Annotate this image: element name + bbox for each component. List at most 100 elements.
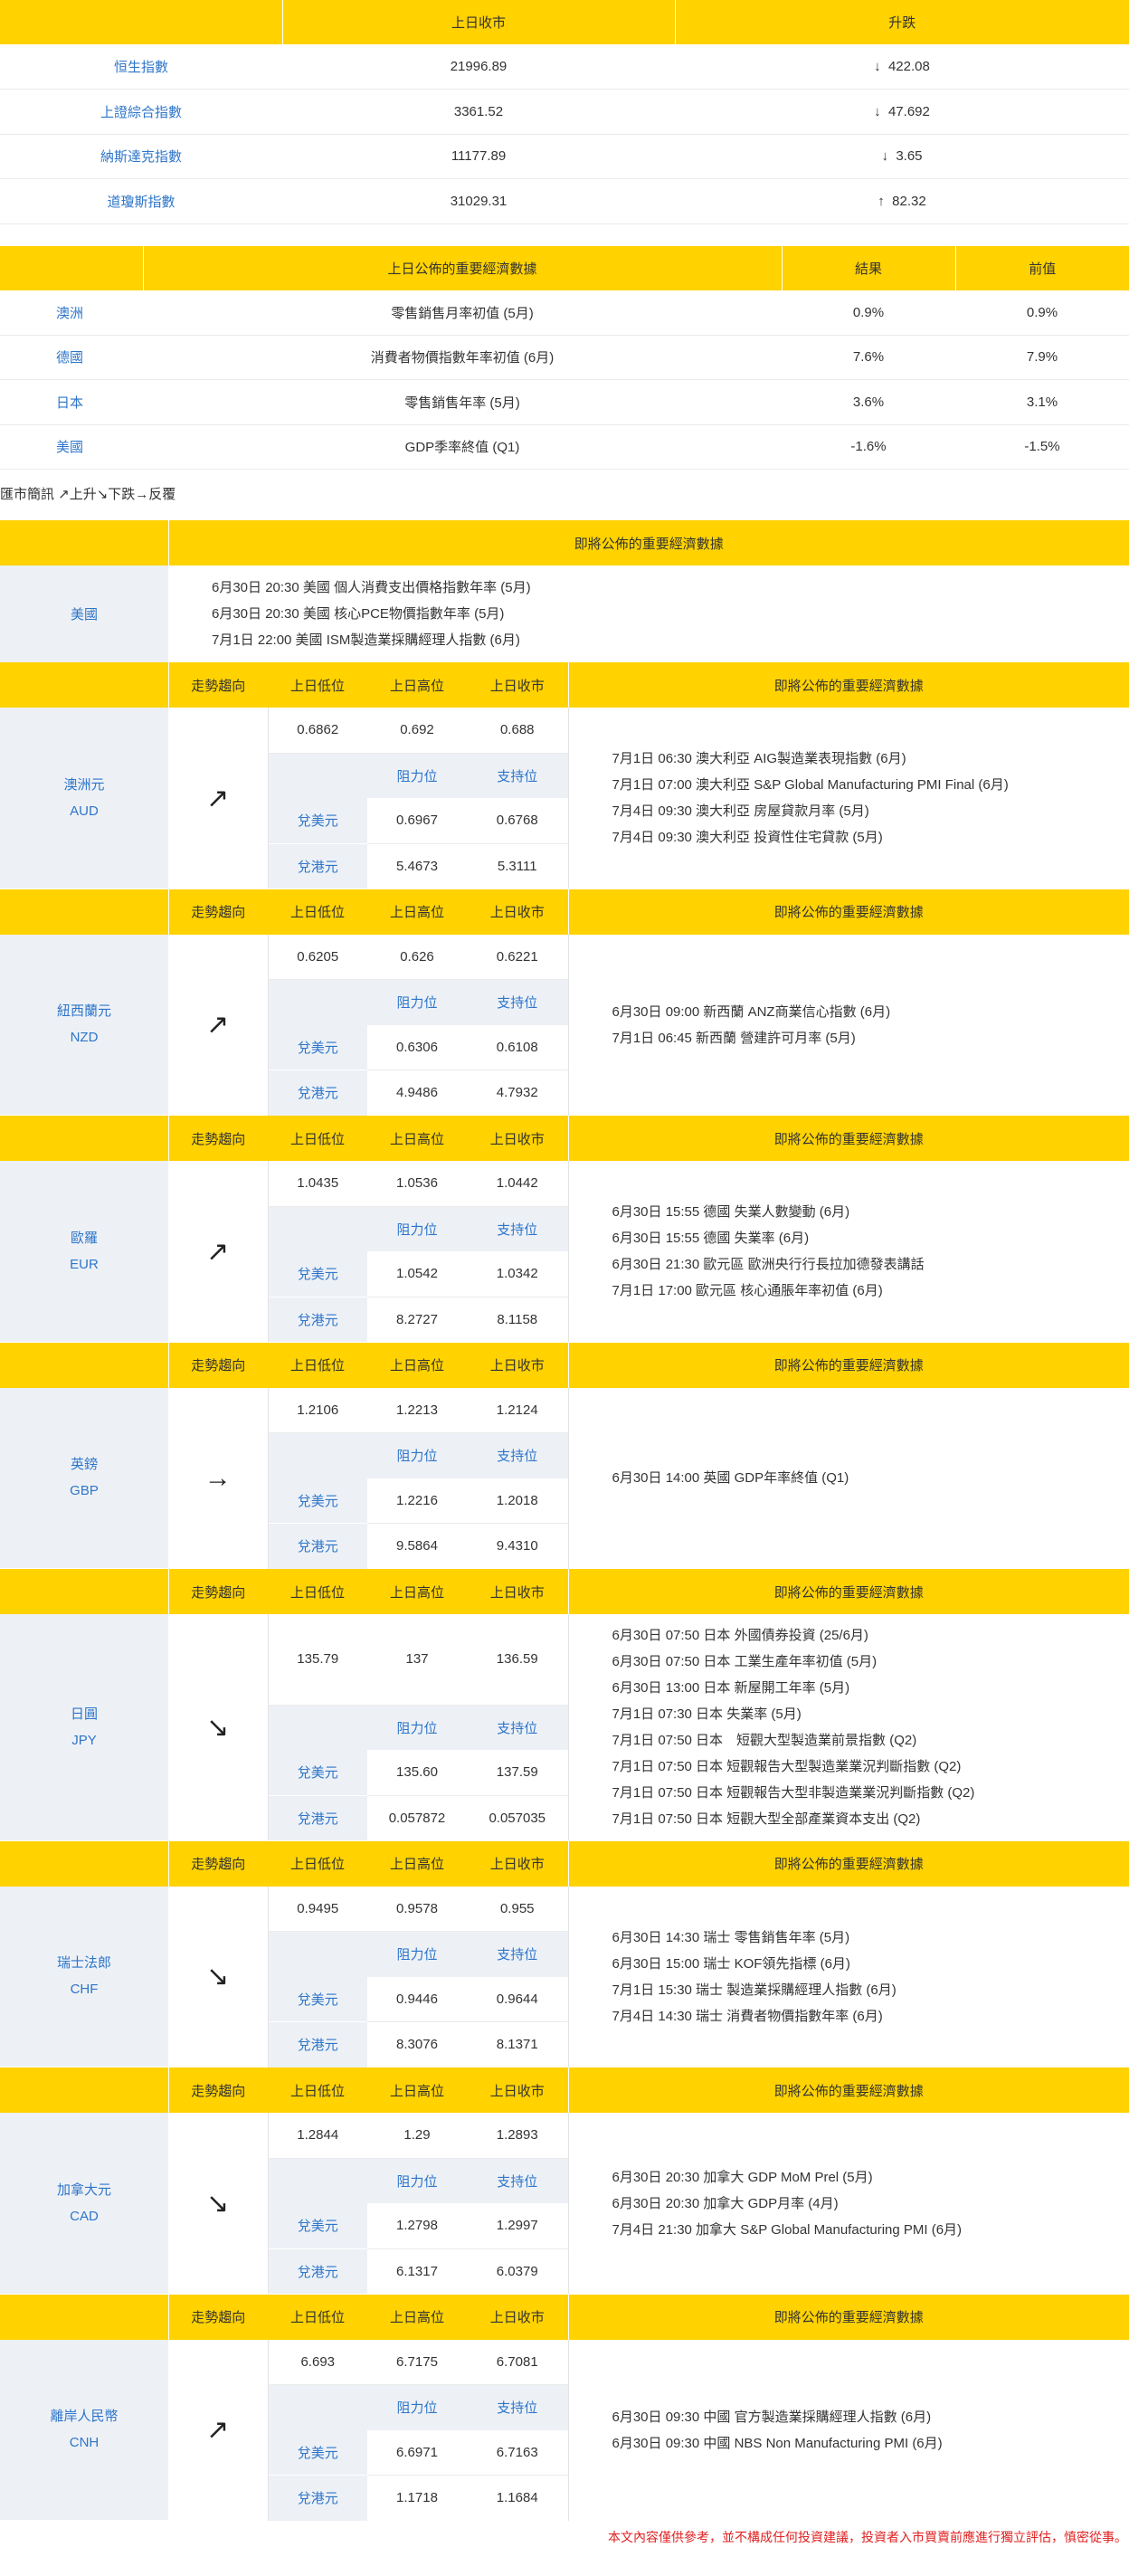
fx-header-trend: 走勢趨向 <box>167 889 268 935</box>
econ-result: 0.9% <box>782 290 955 336</box>
index-name[interactable]: 恒生指數 <box>0 44 282 90</box>
fx-header-events: 即將公佈的重要經濟數據 <box>567 1569 1129 1614</box>
prev-close: 0.955 <box>467 1886 569 1932</box>
index-name[interactable]: 上證綜合指數 <box>0 89 282 135</box>
usd-support: 0.6108 <box>467 1024 569 1070</box>
currency-name: 瑞士法郎 <box>56 1955 111 1972</box>
prev-high: 6.7175 <box>367 2339 467 2385</box>
hkd-support: 0.057035 <box>467 1795 569 1840</box>
change-arrow-icon: ↓ <box>874 59 881 74</box>
currency-block-nzd: 走勢趨向 上日低位 上日高位 上日收市 即將公佈的重要經濟數據 紐西蘭元 NZD ↗ 0.620… <box>0 889 1129 1116</box>
fx-header-high: 上日高位 <box>367 1840 467 1887</box>
change-arrow-icon: ↓ <box>881 148 888 165</box>
currency-name: 澳洲元 <box>63 776 105 793</box>
fx-header-events: 即將公佈的重要經濟數據 <box>567 1116 1129 1161</box>
econ-row: 日本 零售銷售年率 (5月) 3.6% 3.1% <box>0 379 1129 425</box>
fx-header-events: 即將公佈的重要經濟數據 <box>567 889 1129 935</box>
econ-row: 美國 GDP季率終值 (Q1) -1.6% -1.5% <box>0 424 1129 470</box>
fx-header-high: 上日高位 <box>367 889 467 935</box>
fx-header-high: 上日高位 <box>367 662 467 708</box>
fx-event: 7月1日 07:50 日本 短觀大型製造業前景指數 (Q2) <box>612 1733 917 1748</box>
currency-name-cell[interactable]: 澳洲元 AUD <box>0 708 168 889</box>
fx-header-low: 上日低位 <box>268 889 367 935</box>
fx-event: 7月1日 07:50 日本 短觀報告大型製造業業況判斷指數 (Q2) <box>612 1759 962 1774</box>
econ-country[interactable]: 美國 <box>0 424 143 470</box>
fx-events: 6月30日 09:00 新西蘭 ANZ商業信心指數 (6月) 7月1日 06:45… <box>568 935 1129 1116</box>
fx-header-high: 上日高位 <box>367 2067 467 2113</box>
resistance-label: 阻力位 <box>367 2158 467 2203</box>
trend-arrow-icon: ↘ <box>168 1614 269 1840</box>
trend-arrow-icon: ↘ <box>168 1886 269 2067</box>
currency-name: 英鎊 <box>70 1457 98 1473</box>
prev-low: 0.9495 <box>268 1886 367 1932</box>
vs-usd-label: 兌美元 <box>268 2429 367 2476</box>
fx-header: 走勢趨向 上日低位 上日高位 上日收市 即將公佈的重要經濟數據 <box>0 889 1129 935</box>
econ-previous: -1.5% <box>955 424 1129 470</box>
fx-header-close: 上日收市 <box>467 2294 568 2340</box>
fx-header-events: 即將公佈的重要經濟數據 <box>567 1840 1129 1887</box>
usd-support: 137.59 <box>467 1750 569 1796</box>
fx-event: 6月30日 13:00 日本 新屋開工年率 (5月) <box>612 1680 850 1696</box>
us-event: 6月30日 20:30 美國 個人消費支出價格指數年率 (5月) <box>212 580 531 595</box>
fx-header-close: 上日收市 <box>467 1569 568 1614</box>
fx-header: 走勢趨向 上日低位 上日高位 上日收市 即將公佈的重要經濟數據 <box>0 2294 1129 2340</box>
fx-events: 6月30日 15:55 德國 失業人數變動 (6月) 6月30日 15:55 德國… <box>568 1161 1129 1342</box>
fx-event: 7月4日 14:30 瑞士 消費者物價指數年率 (6月) <box>612 2008 883 2024</box>
index-change-cell: ↓ 422.08 <box>675 44 1129 90</box>
fx-event: 6月30日 07:50 日本 外國債券投資 (25/6月) <box>612 1628 868 1643</box>
fx-header-low: 上日低位 <box>268 2294 367 2340</box>
fx-header-low: 上日低位 <box>268 2067 367 2113</box>
index-name[interactable]: 道瓊斯指數 <box>0 178 282 224</box>
currency-name-cell[interactable]: 瑞士法郎 CHF <box>0 1886 168 2067</box>
fx-header-blank <box>0 662 168 708</box>
currency-block-jpy: 走勢趨向 上日低位 上日高位 上日收市 即將公佈的重要經濟數據 日圓 JPY ↘ 135.79 1… <box>0 1569 1129 1841</box>
fx-events: 6月30日 09:30 中國 官方製造業採購經理人指數 (6月) 6月30日 09… <box>568 2340 1129 2521</box>
fx-row-range: 紐西蘭元 NZD ↗ 0.6205 0.626 0.6221 6月30日 09:00 新西蘭… <box>0 934 1129 1116</box>
fx-header-blank <box>0 1116 168 1161</box>
fx-header-close: 上日收市 <box>467 1342 568 1388</box>
currency-name-cell[interactable]: 紐西蘭元 NZD <box>0 934 168 1116</box>
econ-country[interactable]: 日本 <box>0 379 143 425</box>
trend-arrow-icon: ↗ <box>168 934 269 1116</box>
usd-resistance: 0.9446 <box>367 1976 467 2022</box>
vs-usd-label: 兌美元 <box>268 1478 367 1524</box>
econ-country[interactable]: 澳洲 <box>0 290 143 336</box>
us-header-blank <box>0 520 168 566</box>
currency-name-cell[interactable]: 英鎊 GBP <box>0 1387 168 1569</box>
fx-event: 6月30日 15:55 德國 失業率 (6月) <box>612 1231 810 1246</box>
vs-usd-label: 兌美元 <box>268 798 367 844</box>
fx-events: 6月30日 14:30 瑞士 零售銷售年率 (5月) 6月30日 15:00 瑞士… <box>568 1887 1129 2067</box>
index-name[interactable]: 納斯達克指數 <box>0 134 282 179</box>
fx-header-low: 上日低位 <box>268 1840 367 1887</box>
fx-header: 走勢趨向 上日低位 上日高位 上日收市 即將公佈的重要經濟數據 <box>0 662 1129 708</box>
currency-name: 加拿大元 <box>56 2182 111 2198</box>
hkd-support: 6.0379 <box>467 2248 569 2294</box>
currency-name-cell[interactable]: 加拿大元 CAD <box>0 2113 168 2295</box>
hkd-resistance: 9.5864 <box>396 1538 438 1554</box>
index-close: 31029.31 <box>282 178 675 224</box>
index-row: 道瓊斯指數 31029.31 ↑ 82.32 <box>0 178 1129 224</box>
support-label: 支持位 <box>467 1206 569 1251</box>
currency-name-cell[interactable]: 歐羅 EUR <box>0 1161 168 1343</box>
fx-header-blank <box>0 2294 168 2340</box>
currency-block-cad: 走勢趨向 上日低位 上日高位 上日收市 即將公佈的重要經濟數據 加拿大元 CAD ↘ 1.284… <box>0 2067 1129 2295</box>
currency-name-cell[interactable]: 離岸人民幣 CNH <box>0 2339 168 2521</box>
fx-header-low: 上日低位 <box>268 662 367 708</box>
label-blank <box>268 1931 367 1977</box>
index-header-blank <box>0 0 282 44</box>
prev-high: 0.692 <box>367 708 467 754</box>
prev-close: 0.688 <box>467 708 569 754</box>
econ-country[interactable]: 德國 <box>0 335 143 380</box>
resistance-label: 阻力位 <box>367 979 467 1025</box>
prev-close: 6.7081 <box>467 2339 569 2385</box>
fx-event: 6月30日 20:30 加拿大 GDP月率 (4月) <box>612 2195 839 2211</box>
resistance-label: 阻力位 <box>367 2384 467 2430</box>
fx-header-events: 即將公佈的重要經濟數據 <box>567 2067 1129 2113</box>
hkd-resistance: 6.1317 <box>396 2263 438 2279</box>
currency-code: JPY <box>71 1732 97 1748</box>
fx-event: 7月1日 07:00 澳大利亞 S&P Global Manufacturing… <box>612 777 1009 793</box>
support-label: 支持位 <box>467 753 569 798</box>
currency-name-cell[interactable]: 日圓 JPY <box>0 1614 168 1841</box>
fx-event: 6月30日 20:30 加拿大 GDP MoM Prel (5月) <box>612 2169 873 2185</box>
